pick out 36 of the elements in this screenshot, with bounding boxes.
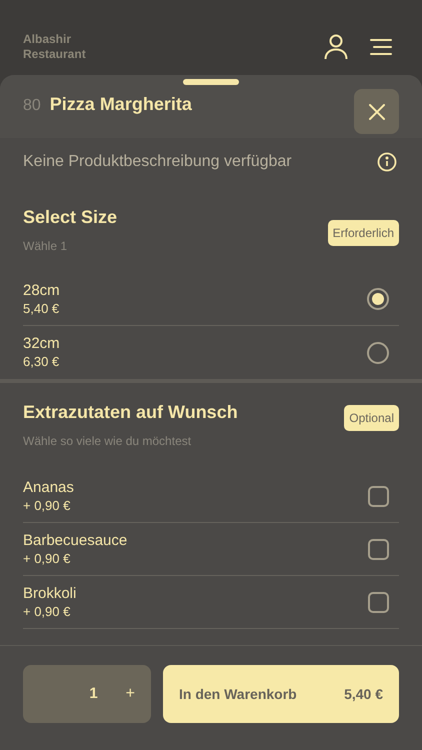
- product-number: 80: [23, 96, 41, 116]
- checkbox[interactable]: [368, 592, 389, 612]
- option-name: 28cm: [23, 282, 60, 300]
- option-name: Brokkoli: [23, 585, 76, 603]
- section-subtitle: Wähle 1: [23, 238, 68, 255]
- option-name: 32cm: [23, 335, 60, 353]
- option-price: + 0,90 €: [23, 603, 72, 620]
- option-price: 6,30 €: [23, 353, 60, 370]
- user-icon[interactable]: [324, 34, 348, 60]
- increment-button[interactable]: +: [126, 682, 135, 706]
- close-icon: [368, 104, 384, 120]
- restaurant-name: Albashir Restaurant: [23, 32, 87, 62]
- section-title: Select Size: [23, 206, 118, 229]
- quantity-value: 1: [89, 684, 98, 704]
- option-price: + 0,90 €: [23, 550, 72, 567]
- product-description: Keine Produktbeschreibung verfügbar: [23, 152, 292, 172]
- section-badge: Optional: [344, 405, 399, 431]
- add-to-cart-label: In den Warenkorb: [179, 684, 297, 704]
- section-subtitle: Wähle so viele wie du möchtest: [23, 433, 192, 450]
- menu-icon[interactable]: [370, 38, 392, 54]
- info-icon[interactable]: [377, 152, 397, 172]
- radio-button[interactable]: [367, 288, 389, 310]
- checkbox[interactable]: [368, 486, 389, 506]
- close-button[interactable]: [354, 89, 399, 134]
- radio-button[interactable]: [367, 342, 389, 364]
- add-to-cart-button[interactable]: In den Warenkorb 5,40 €: [163, 665, 399, 723]
- option-price: 5,40 €: [23, 300, 60, 317]
- total-price: 5,40 €: [344, 684, 383, 704]
- section-badge: Erforderlich: [328, 220, 399, 246]
- drag-handle[interactable]: [183, 79, 239, 85]
- option-name: Ananas: [23, 479, 74, 497]
- option-price: + 0,90 €: [23, 497, 72, 514]
- product-title: Pizza Margherita: [50, 93, 192, 116]
- checkbox[interactable]: [368, 538, 389, 560]
- section-title: Extrazutaten auf Wunsch: [23, 401, 238, 424]
- option-name: Barbecuesauce: [23, 532, 128, 550]
